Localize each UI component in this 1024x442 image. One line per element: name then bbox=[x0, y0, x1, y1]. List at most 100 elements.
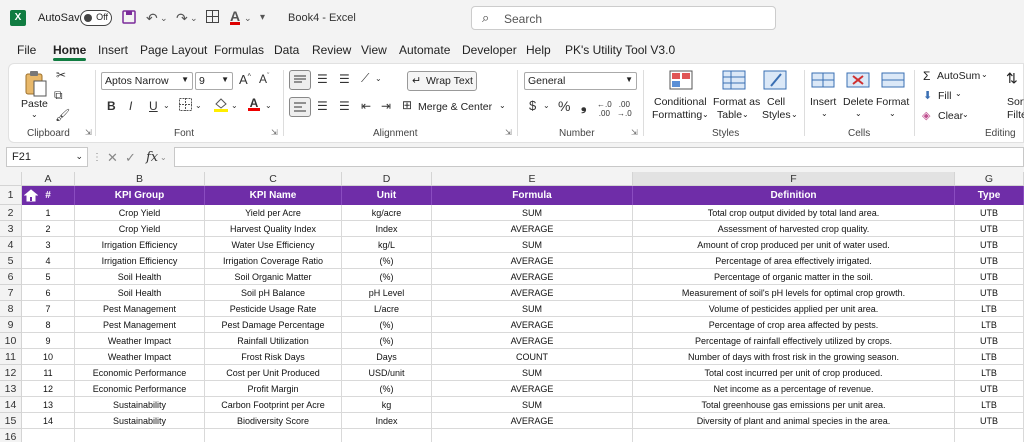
merge-center-icon[interactable]: ⊞ bbox=[402, 98, 412, 112]
table-cell[interactable]: SUM bbox=[432, 365, 633, 381]
format-as-table-dropdown-icon[interactable]: ⌄ bbox=[742, 110, 749, 119]
table-cell[interactable]: Sustainability bbox=[75, 413, 205, 429]
insert-cells-dropdown-icon[interactable]: ⌄ bbox=[821, 109, 828, 118]
table-cell[interactable]: Weather Impact bbox=[75, 333, 205, 349]
row-header-16[interactable]: 16 bbox=[0, 429, 22, 442]
tab-page-layout[interactable]: Page Layout bbox=[140, 43, 207, 57]
table-cell[interactable]: 12 bbox=[22, 381, 75, 397]
table-cell[interactable]: Index bbox=[342, 413, 432, 429]
row-header-15[interactable]: 15 bbox=[0, 413, 22, 429]
fill-button[interactable]: Fill bbox=[938, 90, 951, 102]
row-header-9[interactable]: 9 bbox=[0, 317, 22, 333]
increase-indent-icon[interactable]: ⇥ bbox=[381, 99, 391, 113]
table-cell[interactable]: Soil pH Balance bbox=[205, 285, 342, 301]
table-cell[interactable]: pH Level bbox=[342, 285, 432, 301]
alignment-launcher-icon[interactable]: ⇲ bbox=[505, 128, 512, 137]
tab-file[interactable]: File bbox=[17, 43, 36, 57]
table-cell[interactable]: 2 bbox=[22, 221, 75, 237]
tab-help[interactable]: Help bbox=[526, 43, 551, 57]
table-cell[interactable]: UTB bbox=[955, 237, 1024, 253]
borders-button-icon[interactable] bbox=[179, 98, 192, 114]
wrap-text-button[interactable]: ↵ Wrap Text bbox=[407, 71, 477, 91]
fill-color-icon[interactable] bbox=[213, 96, 229, 115]
column-header-d[interactable]: D bbox=[342, 172, 432, 186]
bold-button[interactable]: B bbox=[107, 99, 116, 113]
font-launcher-icon[interactable]: ⇲ bbox=[271, 128, 278, 137]
clear-icon[interactable]: ◈ bbox=[922, 109, 930, 122]
empty-cell[interactable] bbox=[75, 429, 205, 442]
table-cell[interactable]: SUM bbox=[432, 397, 633, 413]
table-cell[interactable]: Water Use Efficiency bbox=[205, 237, 342, 253]
table-cell[interactable]: UTB bbox=[955, 221, 1024, 237]
cut-icon[interactable]: ✂ bbox=[56, 68, 66, 82]
redo-icon[interactable]: ↷ bbox=[176, 10, 188, 27]
table-cell[interactable]: AVERAGE bbox=[432, 253, 633, 269]
paste-button[interactable]: Paste bbox=[21, 98, 48, 110]
table-cell[interactable]: 8 bbox=[22, 317, 75, 333]
undo-dropdown-icon[interactable]: ⌄ bbox=[160, 13, 168, 24]
table-cell[interactable]: Crop Yield bbox=[75, 221, 205, 237]
table-cell[interactable]: 4 bbox=[22, 253, 75, 269]
decrease-decimal-icon[interactable]: .00 →.0 bbox=[617, 100, 632, 118]
tab-insert[interactable]: Insert bbox=[98, 43, 128, 57]
tab-developer[interactable]: Developer bbox=[462, 43, 517, 57]
delete-cells-dropdown-icon[interactable]: ⌄ bbox=[855, 109, 862, 118]
font-color-icon[interactable]: A bbox=[230, 8, 241, 25]
table-cell[interactable]: AVERAGE bbox=[432, 269, 633, 285]
top-align-icon[interactable] bbox=[289, 70, 311, 90]
table-cell[interactable]: Soil Health bbox=[75, 285, 205, 301]
table-cell[interactable]: Pest Management bbox=[75, 301, 205, 317]
spreadsheet-grid[interactable]: A B C D E F G 1 2 3 4 5 6 7 8 9 10 11 12 13 14 15 16 # KPI Group… bbox=[0, 172, 1024, 442]
table-cell[interactable]: Net income as a percentage of revenue. bbox=[633, 381, 955, 397]
table-cell[interactable]: 3 bbox=[22, 237, 75, 253]
font-color-button-dropdown-icon[interactable]: ⌄ bbox=[265, 101, 272, 110]
align-right-icon[interactable]: ☰ bbox=[339, 99, 350, 113]
search-box[interactable]: ⌕ Search bbox=[471, 6, 776, 30]
row-header-11[interactable]: 11 bbox=[0, 349, 22, 365]
row-header-10[interactable]: 10 bbox=[0, 333, 22, 349]
table-header-cell[interactable]: KPI Name bbox=[205, 186, 342, 205]
column-header-c[interactable]: C bbox=[205, 172, 342, 186]
table-cell[interactable]: LTB bbox=[955, 301, 1024, 317]
decrease-indent-icon[interactable]: ⇤ bbox=[361, 99, 371, 113]
clear-button[interactable]: Clear bbox=[938, 110, 963, 122]
format-cells-dropdown-icon[interactable]: ⌄ bbox=[889, 109, 896, 118]
table-cell[interactable]: SUM bbox=[432, 205, 633, 221]
table-cell[interactable]: UTB bbox=[955, 333, 1024, 349]
table-header-cell[interactable]: Definition bbox=[633, 186, 955, 205]
row-header-6[interactable]: 6 bbox=[0, 269, 22, 285]
table-cell[interactable]: Frost Risk Days bbox=[205, 349, 342, 365]
table-cell[interactable]: AVERAGE bbox=[432, 317, 633, 333]
percent-style-icon[interactable]: % bbox=[558, 98, 570, 114]
format-as-table-line1[interactable]: Format as bbox=[713, 96, 760, 108]
table-cell[interactable]: UTB bbox=[955, 253, 1024, 269]
table-cell[interactable]: kg bbox=[342, 397, 432, 413]
table-cell[interactable]: UTB bbox=[955, 381, 1024, 397]
table-cell[interactable]: Pest Damage Percentage bbox=[205, 317, 342, 333]
table-cell[interactable]: 14 bbox=[22, 413, 75, 429]
table-cell[interactable]: Weather Impact bbox=[75, 349, 205, 365]
table-header-cell[interactable]: KPI Group bbox=[75, 186, 205, 205]
formula-input[interactable] bbox=[174, 147, 1024, 167]
empty-cell[interactable] bbox=[342, 429, 432, 442]
underline-button[interactable]: U bbox=[149, 99, 158, 113]
row-header-12[interactable]: 12 bbox=[0, 365, 22, 381]
tab-review[interactable]: Review bbox=[312, 43, 351, 57]
column-header-f[interactable]: F bbox=[633, 172, 955, 186]
empty-cell[interactable] bbox=[432, 429, 633, 442]
row-header-7[interactable]: 7 bbox=[0, 285, 22, 301]
table-cell[interactable]: Total cost incurred per unit of crop pro… bbox=[633, 365, 955, 381]
autosum-button[interactable]: AutoSum bbox=[937, 70, 980, 82]
cell-styles-line1[interactable]: Cell bbox=[767, 96, 785, 108]
empty-cell[interactable] bbox=[22, 429, 75, 442]
table-cell[interactable]: Irrigation Coverage Ratio bbox=[205, 253, 342, 269]
sort-filter-line1[interactable]: Sort bbox=[1007, 96, 1024, 108]
row-header-4[interactable]: 4 bbox=[0, 237, 22, 253]
table-cell[interactable]: 13 bbox=[22, 397, 75, 413]
table-cell[interactable]: LTB bbox=[955, 397, 1024, 413]
fill-icon[interactable]: ⬇ bbox=[923, 89, 932, 102]
increase-font-size-icon[interactable]: A^ bbox=[239, 72, 251, 87]
font-size-select[interactable]: 9 ▼ bbox=[195, 72, 233, 90]
table-cell[interactable]: Rainfall Utilization bbox=[205, 333, 342, 349]
font-color-dropdown-icon[interactable]: ⌄ bbox=[244, 13, 252, 24]
